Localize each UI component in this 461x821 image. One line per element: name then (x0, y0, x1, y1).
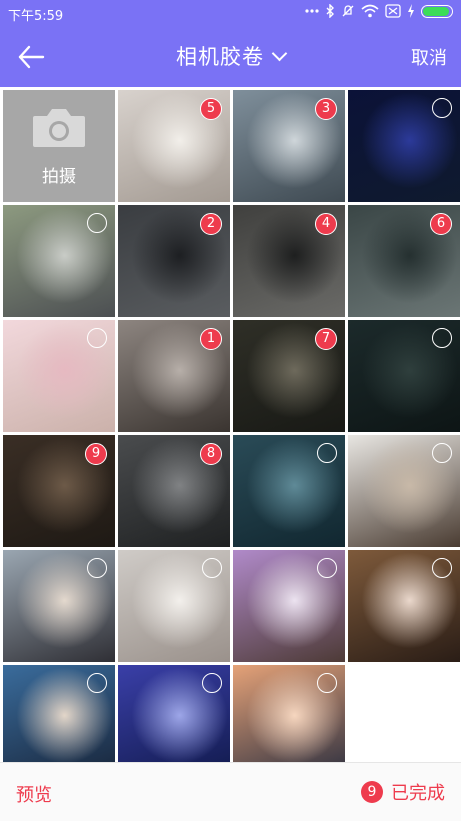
selection-order-badge[interactable]: 7 (315, 328, 337, 350)
select-circle[interactable] (432, 98, 452, 118)
selection-order-badge[interactable]: 2 (200, 213, 222, 235)
dots-icon (305, 9, 319, 13)
photo-cell[interactable] (348, 550, 460, 662)
camera-icon (33, 108, 85, 147)
photo-cell[interactable] (118, 550, 230, 662)
photo-cell[interactable]: 7 (233, 320, 345, 432)
camera-capture-button[interactable]: 拍摄 (3, 90, 115, 202)
photo-cell[interactable]: 5 (118, 90, 230, 202)
photo-cell[interactable] (3, 665, 115, 777)
bottom-bar: 预览 9 已完成 (0, 762, 461, 821)
select-circle[interactable] (87, 213, 107, 233)
photo-cell[interactable]: 3 (233, 90, 345, 202)
select-circle[interactable] (432, 558, 452, 578)
done-button[interactable]: 9 已完成 (361, 779, 445, 805)
select-circle[interactable] (432, 443, 452, 463)
select-circle[interactable] (432, 328, 452, 348)
photo-cell[interactable]: 6 (348, 205, 460, 317)
status-icons (305, 4, 453, 18)
photo-cell[interactable]: 2 (118, 205, 230, 317)
top-bar: 相机胶卷 取消 (0, 27, 461, 87)
battery-level (423, 6, 449, 16)
sim-icon (385, 4, 401, 18)
photo-cell[interactable]: 9 (3, 435, 115, 547)
select-circle[interactable] (202, 673, 222, 693)
selection-order-badge[interactable]: 5 (200, 98, 222, 120)
camera-label: 拍摄 (42, 166, 76, 187)
bluetooth-icon (326, 4, 334, 18)
photo-cell[interactable]: 4 (233, 205, 345, 317)
wifi-icon (361, 4, 379, 18)
select-circle[interactable] (202, 558, 222, 578)
photo-cell[interactable] (348, 90, 460, 202)
select-circle[interactable] (317, 443, 337, 463)
page-title: 相机胶卷 (176, 45, 264, 69)
photo-cell[interactable] (233, 435, 345, 547)
select-circle[interactable] (87, 328, 107, 348)
preview-button[interactable]: 预览 (16, 781, 52, 807)
selected-count-badge: 9 (361, 781, 383, 803)
photo-cell[interactable]: 8 (118, 435, 230, 547)
photo-cell[interactable] (3, 320, 115, 432)
select-circle[interactable] (317, 558, 337, 578)
photo-cell[interactable] (348, 320, 460, 432)
selection-order-badge[interactable]: 8 (200, 443, 222, 465)
photo-cell[interactable] (3, 205, 115, 317)
silent-icon (342, 5, 354, 17)
status-bar: 下午5:59 (0, 0, 461, 27)
cancel-button[interactable]: 取消 (411, 44, 447, 70)
photo-cell[interactable] (118, 665, 230, 777)
photo-cell[interactable] (233, 665, 345, 777)
photo-cell[interactable] (233, 550, 345, 662)
select-circle[interactable] (87, 558, 107, 578)
photo-cell[interactable] (3, 550, 115, 662)
photo-grid: 拍摄 5 3 2 4 6 1 7 9 8 (0, 87, 461, 777)
done-label: 已完成 (391, 783, 445, 804)
selection-order-badge[interactable]: 3 (315, 98, 337, 120)
selection-order-badge[interactable]: 9 (85, 443, 107, 465)
album-selector[interactable]: 相机胶卷 (0, 41, 461, 71)
photo-cell[interactable]: 1 (118, 320, 230, 432)
selection-order-badge[interactable]: 4 (315, 213, 337, 235)
battery-icon (421, 4, 453, 18)
chevron-down-icon (271, 45, 288, 62)
charging-icon (408, 4, 414, 18)
status-time: 下午5:59 (8, 9, 64, 24)
selection-order-badge[interactable]: 1 (200, 328, 222, 350)
select-circle[interactable] (317, 673, 337, 693)
select-circle[interactable] (87, 673, 107, 693)
selection-order-badge[interactable]: 6 (430, 213, 452, 235)
photo-cell[interactable] (348, 435, 460, 547)
